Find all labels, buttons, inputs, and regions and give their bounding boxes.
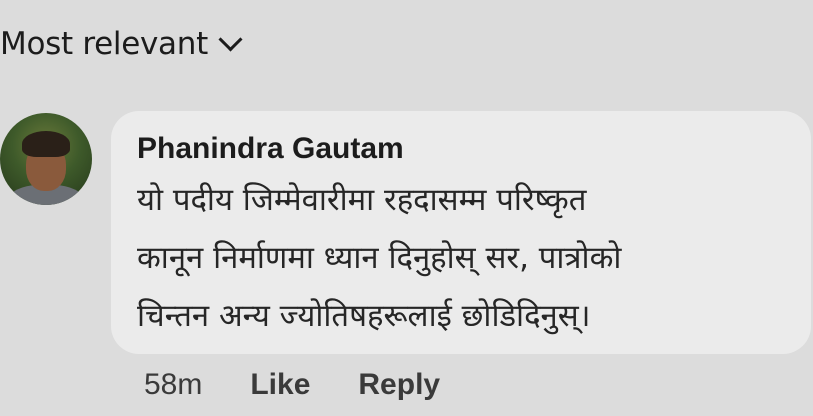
like-button[interactable]: Like [250,368,310,402]
comment-timestamp: 58m [144,368,203,401]
comment-author[interactable]: Phanindra Gautam [137,131,785,167]
comment-line-2: कानून निर्माणमा ध्यान दिनुहोस् सर, पात्र… [137,240,622,276]
comment-actions: 58m Like Reply [144,368,440,402]
sort-label: Most relevant [0,26,208,62]
comment-bubble: Phanindra Gautam यो पदीय जिम्मेवारीमा रह… [111,111,811,354]
reply-button[interactable]: Reply [358,368,440,402]
chevron-down-icon [218,26,243,52]
avatar-hair-shape [22,131,70,157]
avatar[interactable] [0,113,92,205]
sort-dropdown[interactable]: Most relevant [0,22,243,66]
comment-line-3: चिन्तन अन्य ज्योतिषहरूलाई छोडिदिनुस्। [137,298,591,334]
comment-line-1: यो पदीय जिम्मेवारीमा रहदासम्म परिष्कृत [137,182,587,218]
